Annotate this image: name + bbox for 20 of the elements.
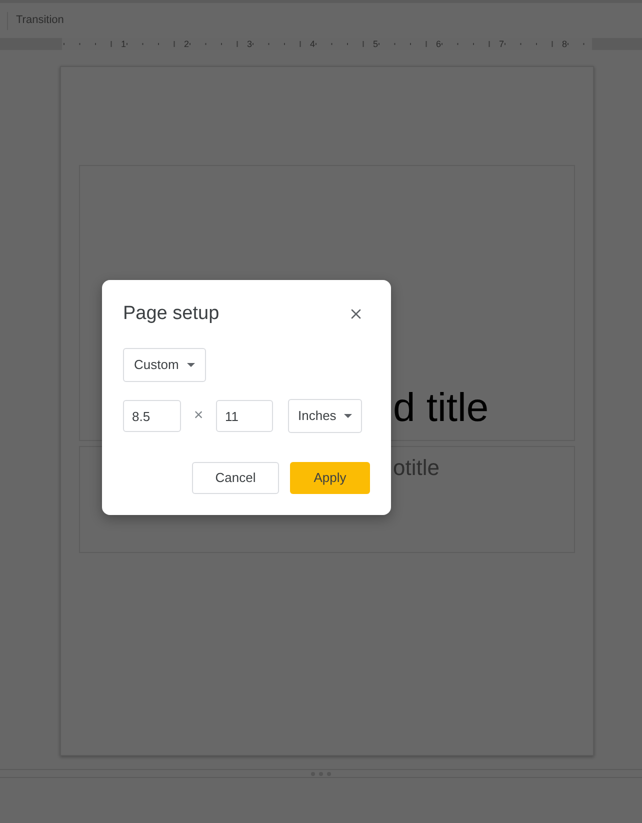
- preset-dropdown[interactable]: Custom: [123, 348, 206, 382]
- ruler-number: 2: [184, 38, 190, 50]
- width-field[interactable]: 8.5: [123, 400, 181, 432]
- ruler-number: 4: [310, 38, 316, 50]
- ruler-number: 1: [121, 38, 126, 50]
- unit-dropdown[interactable]: Inches: [288, 399, 362, 433]
- ruler-number: 7: [499, 38, 504, 50]
- cancel-button[interactable]: Cancel: [192, 462, 279, 494]
- slide-title: d title: [393, 385, 489, 432]
- height-field[interactable]: 11: [216, 400, 273, 432]
- caret-icon: [344, 414, 352, 418]
- dialog-title: Page setup: [123, 302, 220, 326]
- ruler-number: 6: [436, 38, 442, 50]
- ruler-number: 8: [562, 38, 568, 50]
- times-sign: ×: [192, 406, 204, 426]
- slide-subtitle: otitle: [393, 455, 440, 480]
- ruler-number: 3: [247, 38, 252, 50]
- apply-button[interactable]: Apply: [290, 462, 370, 494]
- ruler-number: 5: [373, 38, 378, 50]
- caret-icon: [186, 363, 195, 367]
